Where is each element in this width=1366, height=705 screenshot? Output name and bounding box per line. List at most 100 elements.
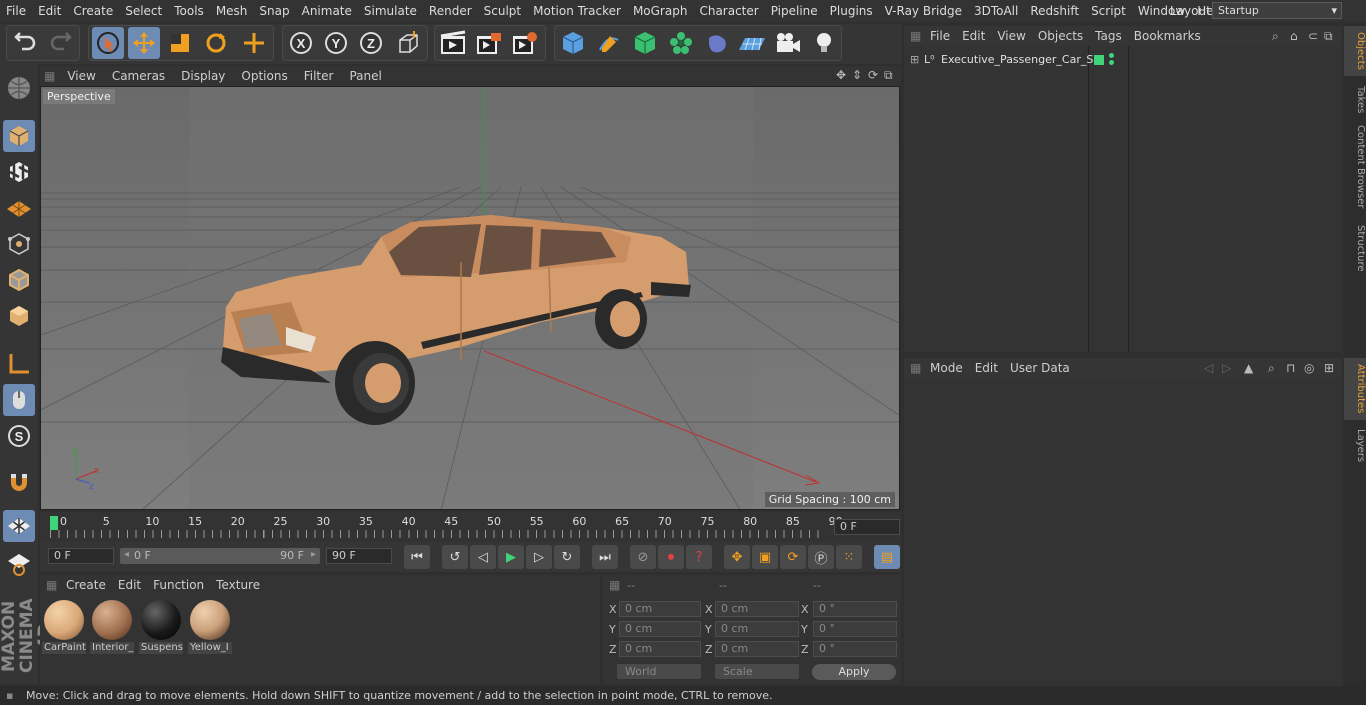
menu-mograph[interactable]: MoGraph: [627, 0, 694, 22]
maximize-icon[interactable]: ⧉: [1324, 29, 1333, 44]
key-pla-icon[interactable]: ⁙: [836, 545, 862, 569]
recent-tool-icon[interactable]: [238, 27, 270, 59]
layout-dropdown[interactable]: Startup: [1212, 2, 1342, 19]
light-icon[interactable]: [808, 27, 840, 59]
perspective-viewport[interactable]: y x z Perspective Grid Spacing : 100 cm: [40, 86, 900, 510]
cursor-icon[interactable]: ▲: [1244, 361, 1253, 375]
object-row[interactable]: ⊞ L⁰ Executive_Passenger_Car_SE: [906, 51, 1100, 69]
attributes-menu-user-data[interactable]: User Data: [1004, 361, 1076, 375]
end-frame-field[interactable]: 90 F: [326, 548, 392, 564]
model-mode-icon[interactable]: [3, 120, 35, 152]
viewport-maximize-icon[interactable]: ⧉: [884, 68, 893, 83]
viewport-menu-view[interactable]: View: [59, 69, 103, 83]
start-frame-field[interactable]: 0 F: [48, 548, 114, 564]
workplane-icon[interactable]: [3, 192, 35, 224]
objects-menu-bookmarks[interactable]: Bookmarks: [1128, 29, 1207, 43]
menu-pipeline[interactable]: Pipeline: [765, 0, 824, 22]
layers-filter-icon[interactable]: ⊂: [1308, 29, 1318, 43]
objects-menu-tags[interactable]: Tags: [1089, 29, 1128, 43]
size-y-field[interactable]: 0 cm: [715, 621, 799, 637]
workplane-lock-icon[interactable]: [3, 510, 35, 542]
lock-icon[interactable]: ⊓: [1286, 361, 1295, 375]
keyframe-selection-icon[interactable]: ?: [686, 545, 712, 569]
tab-takes[interactable]: Takes: [1344, 82, 1366, 118]
new-window-icon[interactable]: ⊞: [1324, 361, 1334, 375]
pos-x-field[interactable]: 0 cm: [619, 601, 701, 617]
autokey-icon[interactable]: ⏺: [658, 545, 684, 569]
menu-edit[interactable]: Edit: [32, 0, 67, 22]
size-x-field[interactable]: 0 cm: [715, 601, 799, 617]
scale-tool-icon[interactable]: [164, 27, 196, 59]
move-tool-icon[interactable]: [128, 27, 160, 59]
y-axis-lock-icon[interactable]: Y: [320, 27, 352, 59]
viewport-dolly-icon[interactable]: ⇕: [852, 68, 862, 82]
menu-plugins[interactable]: Plugins: [824, 0, 879, 22]
material-suspension[interactable]: Suspens: [139, 598, 183, 656]
menu-redshift[interactable]: Redshift: [1024, 0, 1085, 22]
go-to-end-icon[interactable]: ⏭: [592, 545, 618, 569]
key-position-icon[interactable]: ✥: [724, 545, 750, 569]
menu-animate[interactable]: Animate: [296, 0, 358, 22]
pos-z-field[interactable]: 0 cm: [619, 641, 701, 657]
rot-p-field[interactable]: 0 °: [813, 621, 897, 637]
menu-character[interactable]: Character: [693, 0, 764, 22]
tab-attributes[interactable]: Attributes: [1344, 358, 1366, 420]
viewport-menu-panel[interactable]: Panel: [341, 69, 389, 83]
viewport-pan-icon[interactable]: ✥: [836, 68, 846, 82]
menu-file[interactable]: File: [0, 0, 32, 22]
menu-sculpt[interactable]: Sculpt: [478, 0, 527, 22]
camera-icon[interactable]: [772, 27, 804, 59]
tweak-mode-icon[interactable]: [3, 384, 35, 416]
coordinate-mode-dropdown[interactable]: World: [617, 664, 701, 679]
objects-menu-edit[interactable]: Edit: [956, 29, 991, 43]
timeline-window-icon[interactable]: ▤: [874, 545, 900, 569]
redo-icon[interactable]: [44, 27, 76, 59]
home-icon[interactable]: ⌂: [1290, 29, 1298, 43]
attributes-menu-edit[interactable]: Edit: [969, 361, 1004, 375]
objects-menu-objects[interactable]: Objects: [1032, 29, 1089, 43]
material-interior[interactable]: Interior_: [90, 598, 134, 656]
cloner-icon[interactable]: [665, 27, 697, 59]
coordinate-system-icon[interactable]: [392, 27, 424, 59]
key-rotation-icon[interactable]: ⟳: [780, 545, 806, 569]
key-scale-icon[interactable]: ▣: [752, 545, 778, 569]
menu-snap[interactable]: Snap: [253, 0, 295, 22]
cube-icon[interactable]: [557, 27, 589, 59]
object-name[interactable]: Executive_Passenger_Car_SE: [941, 53, 1100, 66]
subdivision-surface-icon[interactable]: [629, 27, 661, 59]
render-view-icon[interactable]: [437, 27, 469, 59]
x-axis-lock-icon[interactable]: X: [285, 27, 317, 59]
make-editable-icon[interactable]: [3, 72, 35, 104]
attributes-menu-mode[interactable]: Mode: [924, 361, 969, 375]
expand-icon[interactable]: ⊞: [910, 51, 919, 69]
menu-create[interactable]: Create: [67, 0, 119, 22]
material-menu-create[interactable]: Create: [60, 578, 112, 592]
search-icon[interactable]: ⌕: [1268, 361, 1275, 376]
forward-arrow-icon[interactable]: ▷: [1222, 361, 1231, 375]
viewport-menu-cameras[interactable]: Cameras: [104, 69, 173, 83]
floor-icon[interactable]: [736, 27, 768, 59]
layer-color-swatch[interactable]: [1094, 55, 1104, 65]
rot-b-field[interactable]: 0 °: [813, 641, 897, 657]
visibility-dots-icon[interactable]: [1109, 53, 1115, 67]
live-selection-icon[interactable]: [92, 27, 124, 59]
rot-h-field[interactable]: 0 °: [813, 601, 897, 617]
menu-mesh[interactable]: Mesh: [210, 0, 254, 22]
render-picture-viewer-icon[interactable]: [473, 27, 505, 59]
menu-script[interactable]: Script: [1085, 0, 1132, 22]
menu-vray-bridge[interactable]: V-Ray Bridge: [879, 0, 968, 22]
material-menu-texture[interactable]: Texture: [210, 578, 266, 592]
material-carpaint[interactable]: CarPaint: [42, 598, 86, 656]
back-arrow-icon[interactable]: ◁: [1204, 361, 1213, 375]
tab-objects[interactable]: Objects: [1344, 26, 1366, 76]
tab-layers[interactable]: Layers: [1344, 426, 1366, 466]
viewport-rotate-icon[interactable]: ⟳: [868, 68, 878, 82]
settings-icon[interactable]: ◎: [1304, 361, 1314, 375]
z-axis-lock-icon[interactable]: Z: [355, 27, 387, 59]
menu-simulate[interactable]: Simulate: [358, 0, 423, 22]
menu-tools[interactable]: Tools: [168, 0, 210, 22]
record-active-icon[interactable]: ⊘: [630, 545, 656, 569]
play-icon[interactable]: ▶: [498, 545, 524, 569]
menu-select[interactable]: Select: [119, 0, 168, 22]
previous-key-icon[interactable]: ↺: [442, 545, 468, 569]
